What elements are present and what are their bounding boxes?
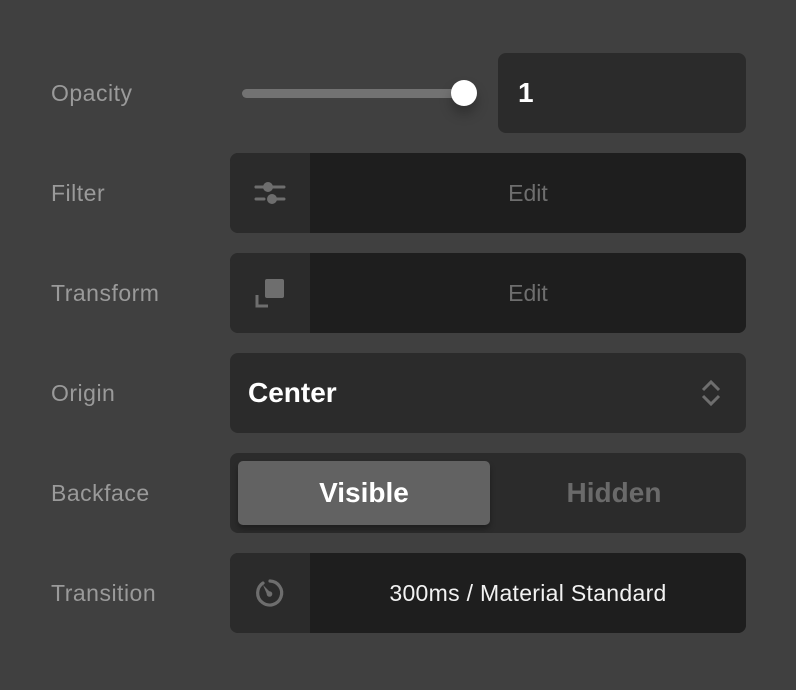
transform-edit-button[interactable]: Edit [310,253,746,333]
opacity-slider-thumb[interactable] [451,80,477,106]
transform-squares-icon [255,279,284,308]
transition-control: 300ms / Material Standard [230,553,746,633]
backface-label: Backface [51,480,150,506]
transform-row: Transform Edit [0,253,796,333]
filter-control: Edit [230,153,746,233]
chevron-up-down-icon [701,379,721,407]
timer-icon [256,579,284,607]
origin-row: Origin Center [0,353,796,433]
filter-row: Filter Edit [0,153,796,233]
opacity-slider-track[interactable] [242,89,464,98]
filter-label: Filter [51,180,106,206]
transition-value-button[interactable]: 300ms / Material Standard [310,553,746,633]
filter-icon-button[interactable] [230,153,310,233]
origin-label: Origin [51,380,116,406]
transform-label: Transform [51,280,160,306]
transition-icon-button[interactable] [230,553,310,633]
transition-label: Transition [51,580,157,606]
opacity-label: Opacity [51,80,133,106]
sliders-icon [254,182,286,204]
filter-edit-button[interactable]: Edit [310,153,746,233]
backface-option-visible[interactable]: Visible [238,461,490,525]
backface-segmented-control: Visible Hidden [230,453,746,533]
backface-row: Backface Visible Hidden [0,453,796,533]
transition-row: Transition 300ms / Material Standard [0,553,796,633]
origin-select[interactable]: Center [230,353,746,433]
opacity-input[interactable]: 1 [498,53,746,133]
transform-control: Edit [230,253,746,333]
origin-selected-value: Center [248,377,337,408]
backface-option-hidden[interactable]: Hidden [490,461,738,525]
transform-icon-button[interactable] [230,253,310,333]
